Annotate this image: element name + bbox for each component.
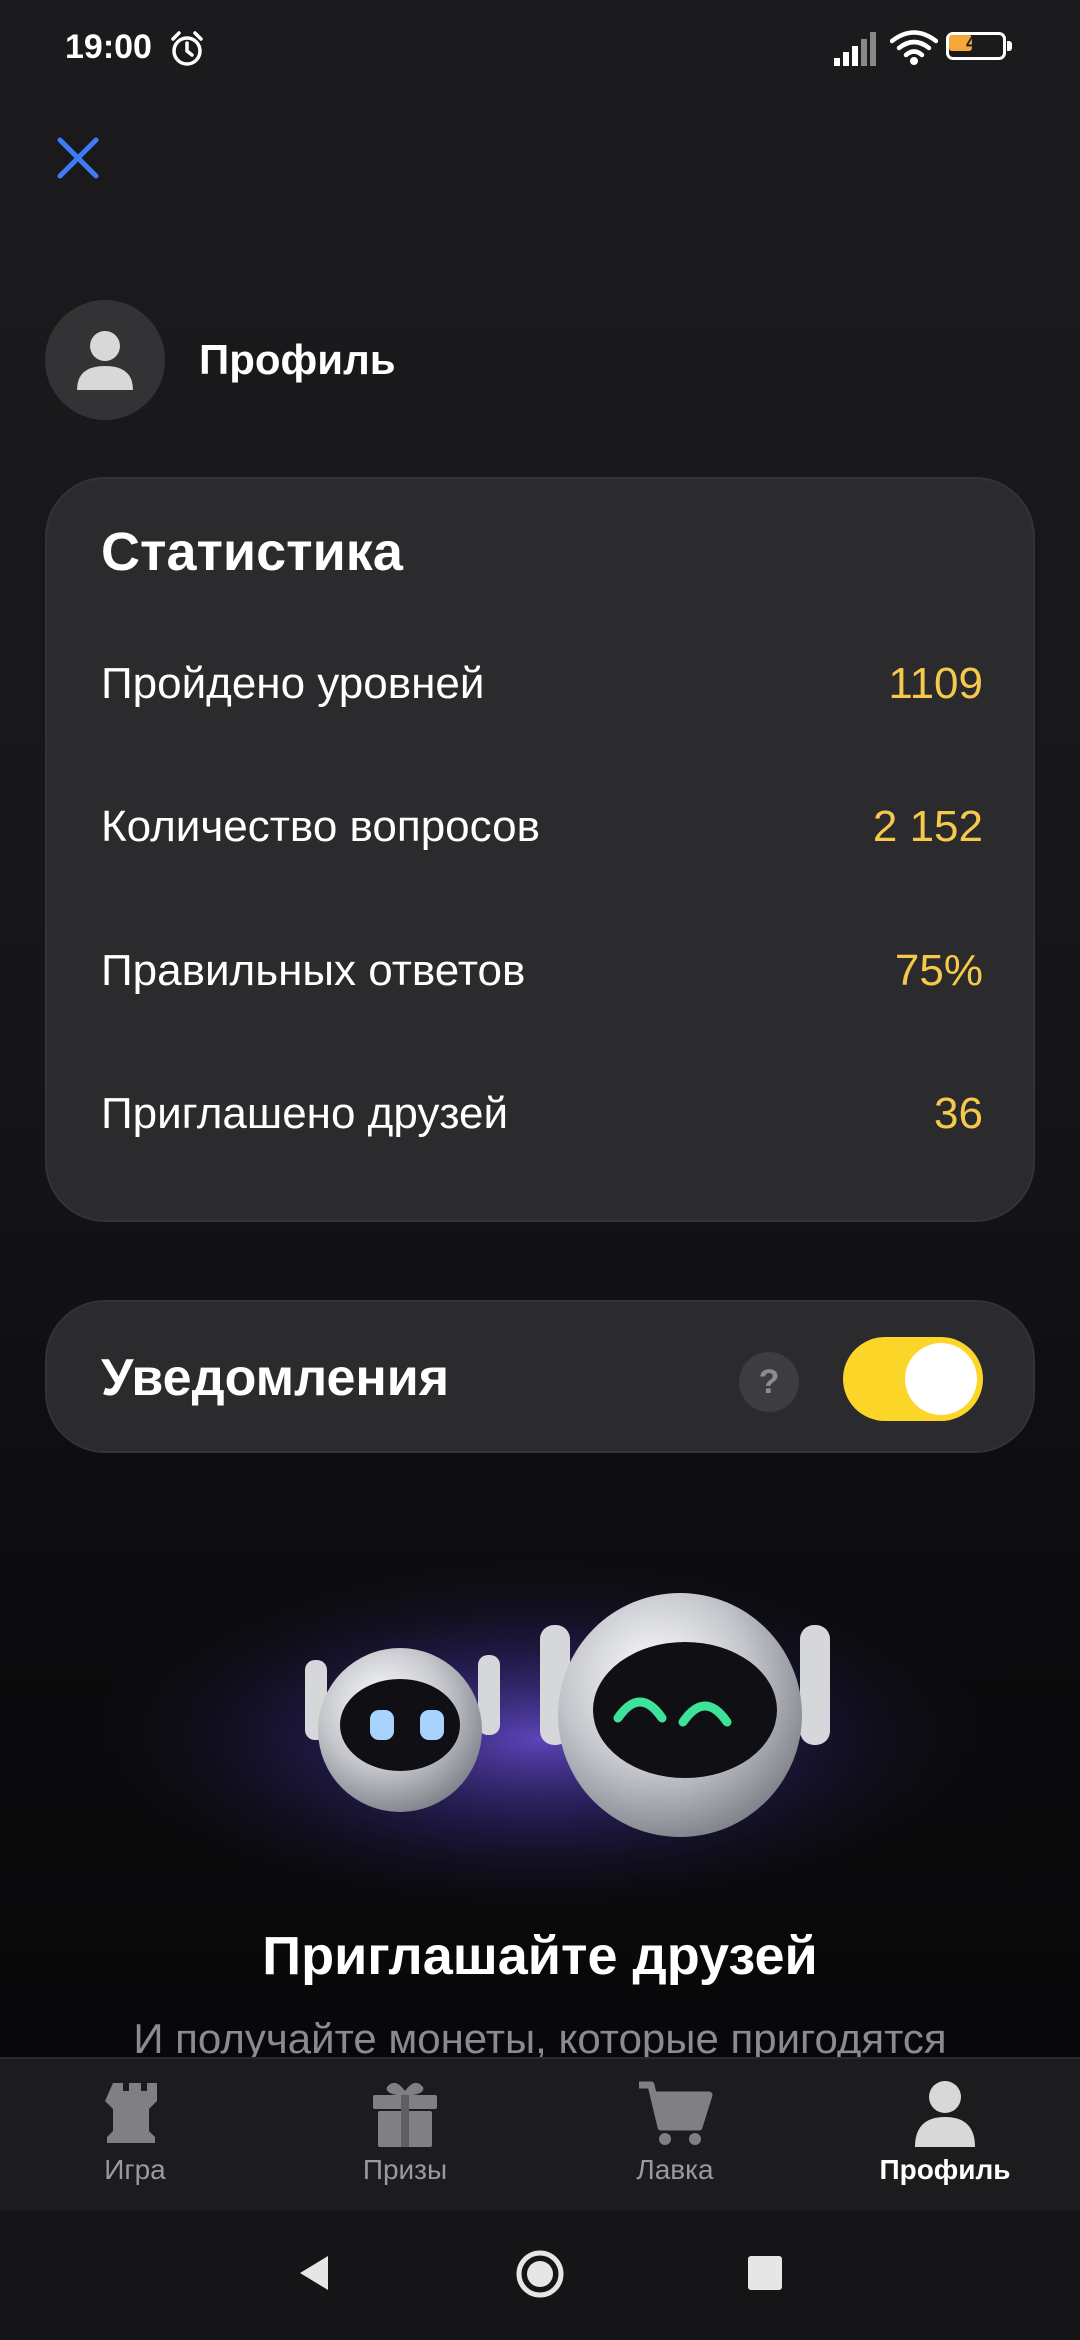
- profile-header: Профиль: [45, 300, 645, 422]
- robots-illustration: [70, 1530, 1010, 1910]
- nav-label: Призы: [362, 2154, 448, 2185]
- notifications-label: Уведомления: [101, 1349, 450, 1407]
- signal-icon: [834, 32, 876, 66]
- user-icon: [77, 331, 133, 390]
- stats-card: Статистика Пройдено уровней 1109 Количес…: [45, 477, 1035, 1222]
- nav-label: Лавка: [636, 2154, 714, 2185]
- nav-label: Профиль: [879, 2154, 1011, 2185]
- battery-level: 48: [965, 33, 987, 53]
- battery-icon: 48: [946, 32, 1018, 64]
- toggle-knob: [905, 1343, 977, 1415]
- bottom-nav: Игра Призы Лавка Профиль: [0, 2057, 1080, 2212]
- stat-row-friends: Приглашено друзей 36: [101, 1089, 983, 1149]
- stat-value: 36: [934, 1089, 983, 1138]
- stat-row-levels: Пройдено уровней 1109: [101, 659, 983, 719]
- notifications-card: Уведомления ?: [45, 1300, 1035, 1453]
- profile-title: Профиль: [199, 336, 396, 383]
- gift-icon: [373, 2082, 437, 2147]
- close-icon: [57, 137, 99, 179]
- nav-item-shop[interactable]: Лавка: [540, 2059, 810, 2212]
- nav-label: Игра: [104, 2154, 166, 2185]
- nav-item-profile[interactable]: Профиль: [810, 2059, 1080, 2212]
- promo-subtitle: И получайте монеты, которые пригодятся: [133, 2015, 947, 2058]
- promo-title: Приглашайте друзей: [262, 1926, 818, 1986]
- status-time: 19:00: [65, 28, 152, 66]
- avatar[interactable]: [45, 300, 165, 420]
- help-button[interactable]: ?: [739, 1352, 799, 1412]
- nav-item-game[interactable]: Игра: [0, 2059, 270, 2212]
- back-icon[interactable]: [290, 2248, 340, 2298]
- nav-item-prizes[interactable]: Призы: [270, 2059, 540, 2212]
- stats-title: Статистика: [101, 522, 403, 582]
- system-nav-bar: [0, 2210, 1080, 2340]
- home-icon[interactable]: [514, 2248, 566, 2300]
- user-icon: [915, 2081, 975, 2147]
- stat-value: 1109: [888, 659, 983, 708]
- status-bar: 19:00 48: [0, 0, 1080, 100]
- stat-label: Пройдено уровней: [101, 659, 485, 708]
- stat-row-questions: Количество вопросов 2 152: [101, 802, 983, 862]
- recents-icon[interactable]: [745, 2248, 785, 2298]
- stat-label: Количество вопросов: [101, 802, 540, 851]
- notifications-toggle[interactable]: [843, 1337, 983, 1421]
- alarm-icon: [171, 31, 203, 66]
- chess-rook-icon: [105, 2083, 157, 2143]
- stat-value: 2 152: [872, 802, 983, 851]
- stat-label: Приглашено друзей: [101, 1089, 509, 1138]
- stat-value: 75%: [894, 946, 983, 995]
- stat-label: Правильных ответов: [101, 946, 526, 995]
- cart-icon: [639, 2081, 713, 2145]
- stat-row-correct-answers: Правильных ответов 75%: [101, 946, 983, 1006]
- close-button[interactable]: [48, 128, 108, 188]
- wifi-icon: [890, 30, 938, 65]
